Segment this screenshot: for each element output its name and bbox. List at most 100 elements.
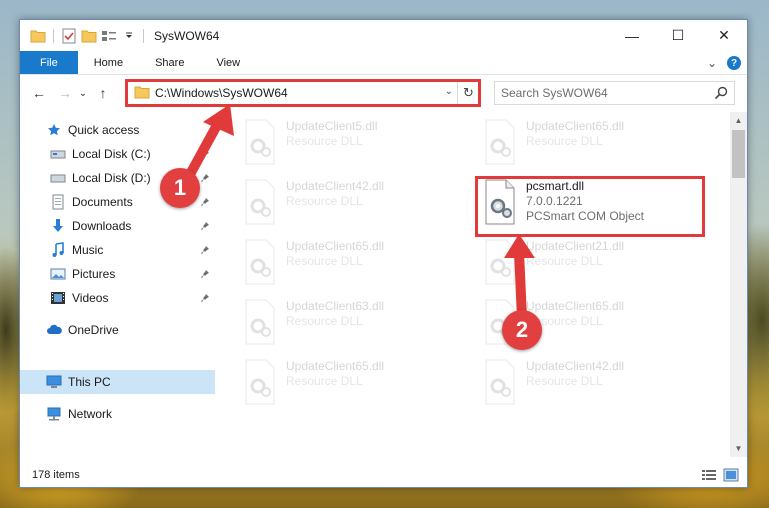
file-tile[interactable]: UpdateClient65.dll Resource DLL xyxy=(480,114,705,168)
pin-icon[interactable] xyxy=(200,244,210,258)
details-view-icon[interactable] xyxy=(701,468,717,485)
videos-icon xyxy=(50,290,66,306)
pin-icon[interactable] xyxy=(200,292,210,306)
window-controls: — ☐ ✕ xyxy=(609,20,747,51)
scroll-thumb[interactable] xyxy=(732,130,745,178)
toolbar-dropdown-icon[interactable] xyxy=(121,28,137,44)
file-description: Resource DLL xyxy=(286,314,363,328)
nav-label: Music xyxy=(72,243,104,257)
dll-file-icon xyxy=(240,118,280,166)
file-tile[interactable]: UpdateClient42.dll Resource DLL xyxy=(480,354,705,408)
back-button[interactable]: ← xyxy=(28,82,50,104)
nav-label: Local Disk (D:) xyxy=(72,171,151,185)
dll-file-icon xyxy=(240,178,280,226)
computer-icon xyxy=(46,374,62,390)
file-description: Resource DLL xyxy=(286,374,363,388)
nav-item-videos[interactable]: Videos xyxy=(20,286,215,310)
customize-toolbar-icon[interactable] xyxy=(101,28,117,44)
pin-icon[interactable] xyxy=(200,196,210,210)
file-description: Resource DLL xyxy=(526,254,603,268)
file-name: UpdateClient21.dll xyxy=(526,239,625,253)
dll-file-icon xyxy=(240,358,280,406)
file-tile[interactable]: UpdateClient65.dll Resource DLL xyxy=(240,354,465,408)
file-description: Resource DLL xyxy=(286,194,363,208)
file-name: UpdateClient5.dll xyxy=(286,119,378,133)
file-name: UpdateClient65.dll xyxy=(286,239,385,253)
toolbar-divider xyxy=(53,28,54,43)
music-icon xyxy=(50,242,66,258)
nav-label: This PC xyxy=(68,375,111,389)
nav-item-pictures[interactable]: Pictures xyxy=(20,262,215,286)
documents-icon xyxy=(50,194,66,210)
star-icon xyxy=(46,122,62,138)
nav-item-this-pc[interactable]: This PC xyxy=(20,370,215,394)
file-tile[interactable]: UpdateClient21.dll Resource DLL xyxy=(480,234,705,288)
nav-item-quick-access[interactable]: Quick access xyxy=(20,118,215,142)
nav-item-music[interactable]: Music xyxy=(20,238,215,262)
nav-label: Quick access xyxy=(68,123,140,137)
file-tile[interactable]: UpdateClient65.dll Resource DLL xyxy=(240,234,465,288)
nav-item-downloads[interactable]: Downloads xyxy=(20,214,215,238)
nav-item-local-disk-c[interactable]: Local Disk (C:) xyxy=(20,142,215,166)
minimize-button[interactable]: — xyxy=(609,20,655,51)
forward-button[interactable]: → xyxy=(54,82,76,104)
scroll-down-button[interactable]: ▼ xyxy=(730,440,747,457)
nav-item-network[interactable]: Network xyxy=(20,402,215,426)
large-icons-view-icon[interactable] xyxy=(723,468,739,485)
file-name: UpdateClient65.dll xyxy=(286,359,385,373)
file-tile[interactable]: UpdateClient42.dll Resource DLL xyxy=(240,174,465,228)
tab-home[interactable]: Home xyxy=(78,51,139,74)
title-divider xyxy=(143,28,144,43)
dll-file-icon xyxy=(240,238,280,286)
new-folder-icon[interactable] xyxy=(81,28,97,44)
pin-icon[interactable] xyxy=(200,220,210,234)
maximize-button[interactable]: ☐ xyxy=(655,20,701,51)
network-icon xyxy=(46,406,62,422)
dll-file-icon xyxy=(480,118,520,166)
pin-icon[interactable] xyxy=(200,268,210,282)
nav-label: Videos xyxy=(72,291,109,305)
close-button[interactable]: ✕ xyxy=(701,20,747,51)
address-bar-highlight xyxy=(125,79,481,107)
quick-access-toolbar xyxy=(20,20,137,51)
window-title: SysWOW64 xyxy=(154,28,220,43)
up-button[interactable]: ↑ xyxy=(92,82,114,104)
pin-icon[interactable] xyxy=(200,148,210,162)
file-highlight xyxy=(475,176,705,237)
tab-file[interactable]: File xyxy=(20,51,78,74)
nav-label: Downloads xyxy=(72,219,132,233)
file-list: UpdateClient5.dll Resource DLL UpdateClie… xyxy=(220,112,730,457)
file-tile[interactable]: UpdateClient5.dll Resource DLL xyxy=(240,114,465,168)
ribbon-tabs: File Home Share View ⌄ ? xyxy=(20,51,747,75)
drive-icon xyxy=(50,170,66,186)
drive-icon xyxy=(50,146,66,162)
file-tile[interactable]: UpdateClient63.dll Resource DLL xyxy=(240,294,465,348)
search-input[interactable]: Search SysWOW64 xyxy=(501,86,608,100)
nav-label: Network xyxy=(68,407,113,421)
step-badge-1: 1 xyxy=(160,168,200,208)
nav-item-onedrive[interactable]: OneDrive xyxy=(20,318,215,342)
file-name: UpdateClient63.dll xyxy=(286,299,385,313)
pin-icon[interactable] xyxy=(200,172,210,186)
vertical-scrollbar[interactable]: ▲ ▼ xyxy=(730,112,747,457)
dll-file-icon xyxy=(480,238,520,286)
tab-view[interactable]: View xyxy=(200,51,256,74)
recent-locations-button[interactable]: ⌄ xyxy=(76,82,90,104)
scroll-up-button[interactable]: ▲ xyxy=(730,112,747,129)
file-description: Resource DLL xyxy=(526,134,603,148)
pictures-icon xyxy=(50,266,66,282)
file-description: Resource DLL xyxy=(286,254,363,268)
file-name: UpdateClient42.dll xyxy=(526,359,625,373)
tab-share[interactable]: Share xyxy=(139,51,200,74)
search-icon[interactable] xyxy=(714,86,728,103)
properties-icon[interactable] xyxy=(61,28,77,44)
search-box[interactable]: Search SysWOW64 xyxy=(494,81,735,105)
folder-icon[interactable] xyxy=(30,28,46,44)
nav-label: OneDrive xyxy=(68,323,119,337)
item-count: 178 items xyxy=(32,469,80,481)
dll-file-icon xyxy=(240,298,280,346)
expand-ribbon-icon[interactable]: ⌄ xyxy=(707,56,717,70)
nav-label: Local Disk (C:) xyxy=(72,147,151,161)
view-toggle xyxy=(701,468,739,485)
help-icon[interactable]: ? xyxy=(727,56,741,70)
